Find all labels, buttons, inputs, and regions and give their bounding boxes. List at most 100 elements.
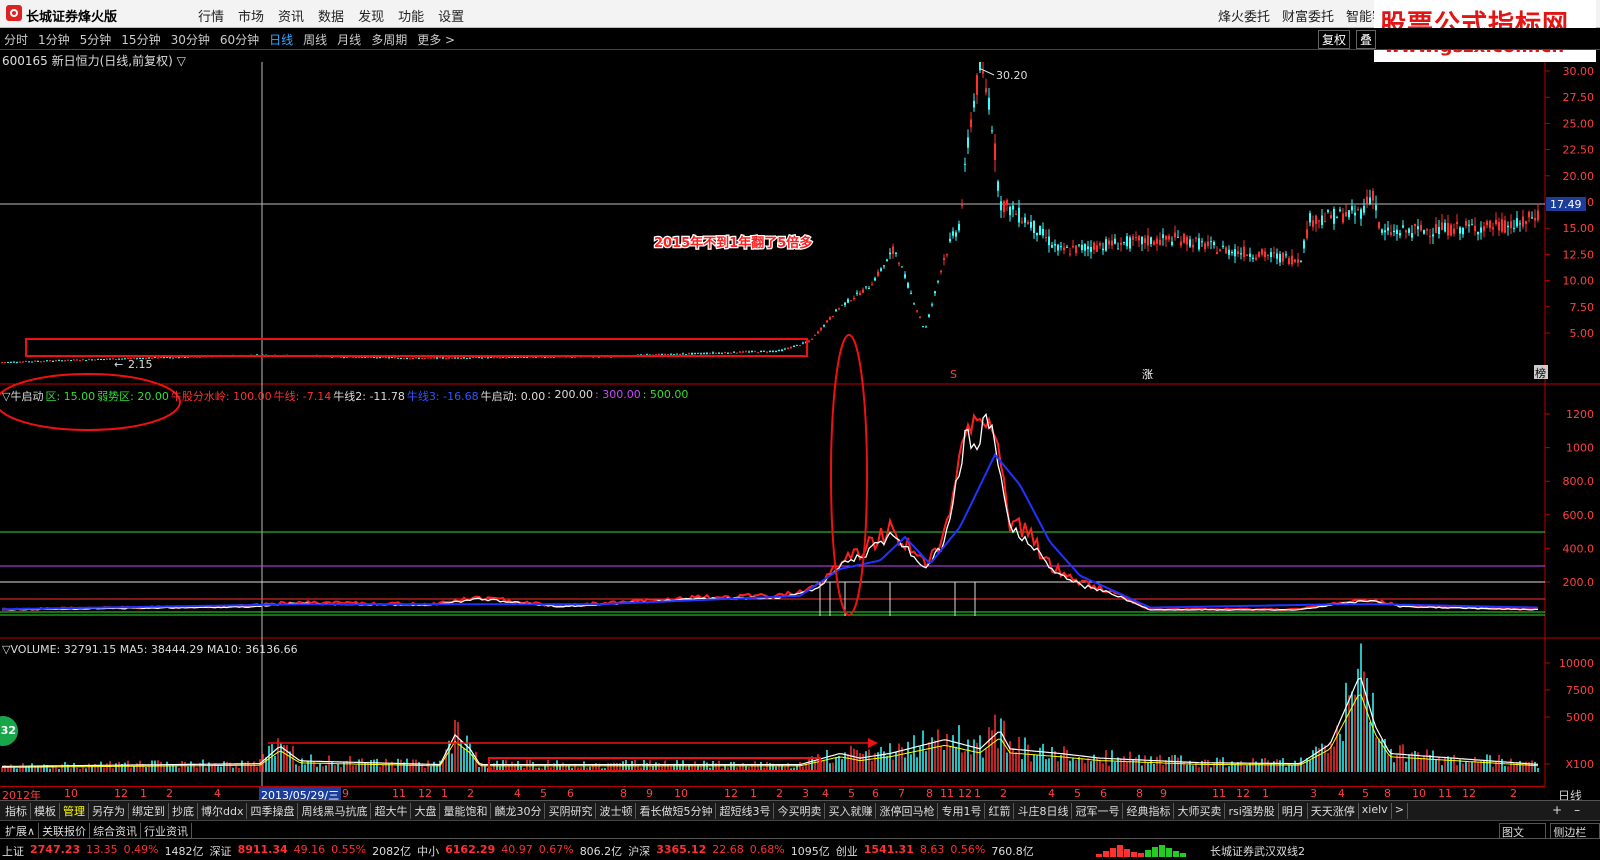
menu-item-caifu-trade[interactable]: 财富委托 [1282, 6, 1334, 25]
indicator-tab[interactable]: 今买明卖 [774, 803, 826, 819]
indicator-tab[interactable]: 另存为 [89, 803, 129, 819]
candle-body [1060, 246, 1062, 248]
indicator-tab[interactable]: 超大牛 [371, 803, 412, 819]
indicator-tab[interactable]: 周线黑马抗底 [298, 803, 372, 819]
candle-body [1099, 243, 1101, 246]
menu-item-fenghuo-trade[interactable]: 烽火委托 [1218, 6, 1270, 25]
indicator-tab[interactable]: 大盘 [411, 803, 441, 819]
link-industry-news[interactable]: 行业资讯 [141, 823, 193, 839]
period-1min[interactable]: 1分钟 [38, 31, 70, 48]
indicator-tab[interactable]: 博尔ddx [198, 803, 248, 819]
time-axis-label: 2 [467, 787, 474, 800]
volume-axis: 10000 7500 5000 X100 [1545, 657, 1594, 771]
indicator-tab[interactable]: 四季操盘 [247, 803, 299, 819]
menu-item-zixun[interactable]: 资讯 [278, 6, 304, 25]
indicator-tab[interactable]: 涨停回马枪 [876, 803, 939, 819]
indicator-tab[interactable]: 天天涨停 [1308, 803, 1359, 819]
indicator-tab[interactable]: 买阴研究 [545, 803, 597, 819]
indicator-tab[interactable]: 绑定到 [129, 803, 169, 819]
candle-body [1195, 237, 1197, 239]
indicator-tab[interactable]: 指标 [2, 803, 31, 819]
candle-body [1246, 254, 1248, 256]
period-multi[interactable]: 多周期 [371, 31, 407, 48]
index-quote[interactable]: 上证 2747.23 13.35 0.49% 1482亿 [2, 843, 204, 859]
candle-body [1531, 217, 1533, 219]
candle-body [916, 310, 918, 312]
candle-body [1054, 244, 1056, 246]
indicator-tab[interactable]: 麟龙30分 [491, 803, 546, 819]
period-fenshi[interactable]: 分时 [4, 31, 28, 48]
indicator-tab[interactable]: 超短线3号 [716, 803, 775, 819]
candle-body [676, 353, 678, 355]
indicator-tab[interactable]: 明月 [1279, 803, 1308, 819]
period-15min[interactable]: 15分钟 [121, 31, 160, 48]
indicator-tab[interactable]: 冠军一号 [1072, 803, 1124, 819]
candle-body [913, 303, 915, 305]
candle-body [1420, 224, 1422, 231]
index-quote[interactable]: 沪深 3365.12 22.68 0.68% 1095亿 [628, 843, 830, 859]
add-tab-button[interactable]: + [1552, 803, 1562, 817]
index-name: 上证 [2, 845, 24, 858]
price-axis-label: 25.00 [1563, 117, 1595, 130]
indicator-tab[interactable]: 看长做短5分钟 [636, 803, 717, 819]
indicator-tab[interactable]: 波士顿 [596, 803, 637, 819]
index-quote[interactable]: 深证 8911.34 49.16 0.55% 2082亿 [210, 843, 412, 859]
indicator-tab[interactable]: 抄底 [169, 803, 198, 819]
time-axis-label: 4 [822, 787, 829, 800]
kline-chart[interactable]: 30.0027.5025.0022.5020.0017.5015.0012.50… [0, 62, 1600, 786]
menu-item-hangqing[interactable]: 行情 [198, 6, 224, 25]
indicator-tab[interactable]: 模板 [31, 803, 60, 819]
menu-item-faxian[interactable]: 发现 [358, 6, 384, 25]
time-axis-label: 8 [1384, 787, 1391, 800]
period-more[interactable]: 更多 > [417, 31, 455, 48]
period-daily[interactable]: 日线 [269, 31, 293, 48]
link-news[interactable]: 综合资讯 [90, 823, 142, 839]
period-5min[interactable]: 5分钟 [80, 31, 112, 48]
overlay-button[interactable]: 叠 [1356, 30, 1377, 49]
indicator-tab[interactable]: xielv [1359, 803, 1392, 819]
menu-item-shichang[interactable]: 市场 [238, 6, 264, 25]
menu-item-shuju[interactable]: 数据 [318, 6, 344, 25]
period-60min[interactable]: 60分钟 [220, 31, 259, 48]
remove-tab-button[interactable]: – [1574, 803, 1580, 817]
candle-body [43, 361, 45, 363]
broker-server[interactable]: 长城证券武汉双线2 [1210, 843, 1305, 859]
link-expand[interactable]: 扩展∧ [2, 823, 40, 839]
candle-body [1141, 236, 1143, 245]
indicator-tab[interactable]: 红箭 [985, 803, 1015, 819]
time-axis-label: 1 [441, 787, 448, 800]
period-30min[interactable]: 30分钟 [171, 31, 210, 48]
fuquan-button[interactable]: 复权 [1318, 30, 1351, 49]
candle-body [514, 357, 516, 359]
mini-bar [1152, 847, 1158, 857]
candle-body [454, 357, 456, 359]
link-related-quote[interactable]: 关联报价 [39, 823, 91, 839]
trading-app-window: 长城证券烽火版 行情 市场 资讯 数据 发现 功能 设置 烽火委托 财富委托 智… [0, 0, 1600, 860]
time-axis-label: 5 [1074, 787, 1081, 800]
candle-body [691, 352, 693, 355]
candle-body [856, 292, 858, 294]
index-quote[interactable]: 创业 1541.31 8.63 0.56% 760.8亿 [836, 843, 1034, 859]
indicator-tab[interactable]: 经典指标 [1123, 803, 1175, 819]
indicator-tab[interactable]: 斗庄8日线 [1014, 803, 1073, 819]
index-quote[interactable]: 中小 6162.29 40.97 0.67% 806.2亿 [417, 843, 622, 859]
menu-item-shezhi[interactable]: 设置 [438, 6, 464, 25]
adjust-buttons: 复权 叠 [1318, 30, 1377, 49]
period-monthly[interactable]: 月线 [337, 31, 361, 48]
indicator-tab[interactable]: 量能饱和 [440, 803, 492, 819]
candle-body [1063, 247, 1065, 251]
candle-body [46, 360, 48, 362]
indicator-tab[interactable]: > [1392, 803, 1408, 819]
menu-item-gongneng[interactable]: 功能 [398, 6, 424, 25]
candle-body [736, 352, 738, 354]
candle-body [1432, 234, 1434, 237]
indicator-tab[interactable]: 专用1号 [938, 803, 986, 819]
candle-body [1459, 227, 1461, 234]
indicator-tab[interactable]: 买入就赚 [825, 803, 877, 819]
candle-body [937, 281, 939, 283]
indicator-tab[interactable]: rsi强势股 [1225, 803, 1279, 819]
period-weekly[interactable]: 周线 [303, 31, 327, 48]
candle-body [1501, 219, 1503, 232]
indicator-tab[interactable]: 管理 [60, 803, 89, 819]
indicator-tab[interactable]: 大师买卖 [1174, 803, 1226, 819]
